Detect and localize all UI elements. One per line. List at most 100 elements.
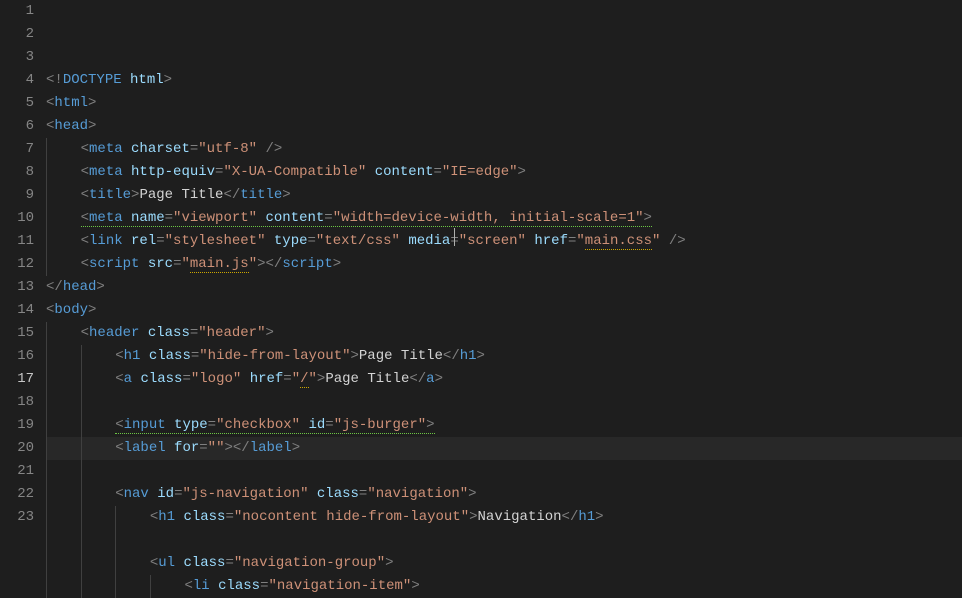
code-token: type bbox=[174, 417, 208, 433]
code-token: > bbox=[292, 440, 300, 456]
line-number: 23 bbox=[0, 506, 34, 529]
line-number: 19 bbox=[0, 414, 34, 437]
code-token: id bbox=[308, 417, 325, 433]
code-token: > bbox=[88, 95, 96, 111]
code-line[interactable]: <meta http-equiv="X-UA-Compatible" conte… bbox=[46, 161, 962, 184]
code-token: class bbox=[140, 371, 182, 387]
code-token: < bbox=[115, 417, 123, 433]
code-line[interactable]: <header class="header"> bbox=[46, 322, 962, 345]
code-token: = bbox=[325, 417, 333, 433]
line-number: 2 bbox=[0, 23, 34, 46]
code-token: > bbox=[644, 210, 652, 226]
line-number: 17 bbox=[0, 368, 34, 391]
text-cursor-icon bbox=[454, 228, 455, 246]
line-number: 4 bbox=[0, 69, 34, 92]
code-token: class bbox=[218, 578, 260, 594]
code-token: < bbox=[81, 325, 89, 341]
line-number: 14 bbox=[0, 299, 34, 322]
code-token bbox=[139, 325, 147, 341]
code-token: < bbox=[150, 555, 158, 571]
line-number: 9 bbox=[0, 184, 34, 207]
code-line[interactable] bbox=[46, 529, 962, 552]
code-token: "navigation" bbox=[367, 486, 468, 502]
code-token: h1 bbox=[578, 509, 595, 525]
code-token: "header" bbox=[198, 325, 265, 341]
code-token: < bbox=[81, 256, 89, 272]
code-token: type bbox=[274, 233, 308, 249]
code-token: DOCTYPE bbox=[63, 72, 122, 88]
code-token: src bbox=[148, 256, 173, 272]
code-line[interactable]: <h1 class="nocontent hide-from-layout">N… bbox=[46, 506, 962, 529]
code-token: < bbox=[81, 141, 89, 157]
code-area[interactable]: <!DOCTYPE html><html><head> <meta charse… bbox=[46, 0, 962, 552]
code-token: > bbox=[96, 279, 104, 295]
code-token bbox=[241, 371, 249, 387]
code-token: > bbox=[88, 118, 96, 134]
code-line[interactable]: <body> bbox=[46, 299, 962, 322]
code-token: "text/css" bbox=[316, 233, 400, 249]
code-line[interactable] bbox=[46, 460, 962, 483]
code-token: "hide-from-layout" bbox=[199, 348, 350, 364]
code-token: > bbox=[595, 509, 603, 525]
code-token: = bbox=[190, 325, 198, 341]
code-line[interactable]: <nav id="js-navigation" class="navigatio… bbox=[46, 483, 962, 506]
code-token: class bbox=[183, 555, 225, 571]
code-token: > bbox=[351, 348, 359, 364]
code-line[interactable]: <ul class="navigation-group"> bbox=[46, 552, 962, 575]
code-token: h1 bbox=[158, 509, 175, 525]
line-gutter: 1234567891011121314151617181920212223 bbox=[0, 0, 46, 552]
code-token: < bbox=[81, 164, 89, 180]
code-line[interactable]: <!DOCTYPE html> bbox=[46, 69, 962, 92]
code-line[interactable]: <meta charset="utf-8" /> bbox=[46, 138, 962, 161]
code-line[interactable]: <meta name="viewport" content="width=dev… bbox=[46, 207, 962, 230]
code-token: nav bbox=[124, 486, 149, 502]
code-line[interactable]: <html> bbox=[46, 92, 962, 115]
code-token: /> bbox=[660, 233, 685, 249]
code-token: "utf-8" bbox=[198, 141, 257, 157]
code-token: a bbox=[124, 371, 132, 387]
code-token bbox=[139, 256, 147, 272]
code-line[interactable]: <input type="checkbox" id="js-burger"> bbox=[46, 414, 962, 437]
code-token: li bbox=[193, 578, 210, 594]
code-token: meta bbox=[89, 164, 123, 180]
code-token: "stylesheet" bbox=[165, 233, 266, 249]
code-token: meta bbox=[89, 210, 123, 226]
line-number: 8 bbox=[0, 161, 34, 184]
code-line[interactable]: <title>Page Title</title> bbox=[46, 184, 962, 207]
code-line[interactable]: <link rel="stylesheet" type="text/css" m… bbox=[46, 230, 962, 253]
code-token: </ bbox=[233, 440, 250, 456]
code-token: </ bbox=[409, 371, 426, 387]
code-line[interactable]: <a class="logo" href="/">Page Title</a> bbox=[46, 368, 962, 391]
code-token: > bbox=[435, 371, 443, 387]
code-token: "navigation-item" bbox=[268, 578, 411, 594]
code-token: /> bbox=[257, 141, 282, 157]
code-editor[interactable]: 1234567891011121314151617181920212223 <!… bbox=[0, 0, 962, 552]
code-token: = bbox=[308, 233, 316, 249]
line-number: 16 bbox=[0, 345, 34, 368]
code-line[interactable] bbox=[46, 391, 962, 414]
code-line[interactable]: <label for=""></label> bbox=[46, 437, 962, 460]
code-token: http-equiv bbox=[131, 164, 215, 180]
code-token: < bbox=[81, 187, 89, 203]
code-token: < bbox=[115, 486, 123, 502]
code-token: "width=device-width, initial-scale=1" bbox=[333, 210, 644, 226]
code-token: Navigation bbox=[478, 509, 562, 525]
code-token: < bbox=[115, 348, 123, 364]
code-token: "" bbox=[208, 440, 225, 456]
code-token bbox=[122, 72, 130, 88]
code-token bbox=[175, 555, 183, 571]
code-token: head bbox=[54, 118, 88, 134]
code-line[interactable]: <h1 class="hide-from-layout">Page Title<… bbox=[46, 345, 962, 368]
code-token: "navigation-group" bbox=[234, 555, 385, 571]
code-line[interactable]: <head> bbox=[46, 115, 962, 138]
code-token: href bbox=[534, 233, 568, 249]
code-line[interactable]: <li class="navigation-item"> bbox=[46, 575, 962, 598]
code-token: " bbox=[181, 256, 189, 272]
code-line[interactable]: </head> bbox=[46, 276, 962, 299]
code-token: html bbox=[54, 95, 88, 111]
code-line[interactable]: <script src="main.js"></script> bbox=[46, 253, 962, 276]
code-token bbox=[210, 578, 218, 594]
code-token: "screen" bbox=[459, 233, 526, 249]
code-token: </ bbox=[46, 279, 63, 295]
line-number: 18 bbox=[0, 391, 34, 414]
